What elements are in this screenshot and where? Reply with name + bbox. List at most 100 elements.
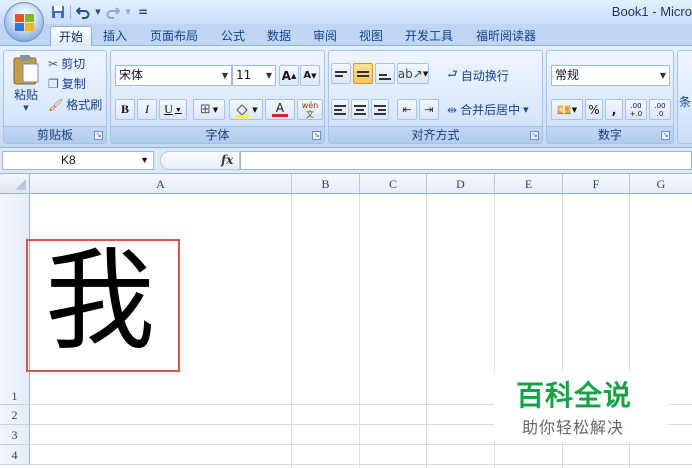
tab-view[interactable]: 视图 (352, 26, 390, 46)
borders-icon: ⊞ (199, 102, 211, 117)
align-left-button[interactable] (331, 99, 349, 120)
select-all-corner[interactable] (0, 174, 30, 194)
paste-label: 粘贴 (13, 88, 38, 102)
font-group-label: 字体 (111, 126, 324, 143)
decrease-indent-button[interactable]: ⇤ (397, 99, 417, 120)
tab-data[interactable]: 数据 (260, 26, 298, 46)
align-top-icon (335, 70, 347, 77)
clipboard-launcher-icon[interactable]: ↘ (94, 131, 103, 140)
number-format-select[interactable]: 常规 ▼ (551, 65, 670, 86)
paste-button[interactable]: 粘贴 ▼ (8, 53, 44, 112)
tab-insert[interactable]: 插入 (98, 26, 132, 46)
wrap-text-label: 自动换行 (460, 69, 509, 83)
font-color-swatch (272, 114, 288, 117)
chevron-down-icon: ▼ (140, 155, 149, 165)
window-title: Book1 - Micro (611, 4, 692, 19)
row-header-4[interactable]: 4 (0, 445, 30, 465)
font-launcher-icon[interactable]: ↘ (312, 131, 321, 140)
orientation-button[interactable]: ab↗ ▼ (397, 63, 429, 84)
align-bottom-icon (379, 73, 391, 80)
format-painter-button[interactable]: 🖌 格式刷 (48, 96, 102, 113)
font-size-value: 11 (236, 68, 252, 82)
tab-formulas[interactable]: 公式 (214, 26, 252, 46)
undo-dropdown-icon[interactable]: ▼ (95, 4, 101, 20)
chevron-down-icon: ▼ (212, 105, 219, 114)
column-header-e[interactable]: E (495, 174, 563, 194)
alignment-launcher-icon[interactable]: ↘ (530, 131, 539, 140)
italic-button[interactable]: I (137, 99, 157, 120)
cut-button[interactable]: ✂ 剪切 (48, 55, 85, 72)
redo-icon[interactable] (105, 4, 121, 20)
row-number: 1 (11, 389, 18, 403)
align-right-button[interactable] (371, 99, 389, 120)
grow-font-button[interactable]: A ▲ (279, 65, 299, 86)
conditional-format-button[interactable]: 条 (679, 93, 691, 110)
wrap-text-button[interactable]: ⮐ 自动换行 (447, 65, 509, 86)
align-right-icon (374, 104, 386, 115)
tab-home[interactable]: 开始 (50, 26, 92, 46)
column-header-d[interactable]: D (427, 174, 495, 194)
undo-icon[interactable] (75, 4, 91, 20)
highlight-box (26, 239, 180, 372)
fill-color-button[interactable]: ▼ (229, 99, 263, 120)
decrease-indent-icon: ⇤ (402, 103, 412, 116)
align-top-button[interactable] (331, 63, 351, 84)
toolbar-separator (70, 5, 71, 19)
underline-button[interactable]: U ▼ (159, 99, 187, 120)
name-box[interactable]: K8 ▼ (2, 151, 154, 170)
redo-dropdown-icon[interactable]: ▼ (125, 4, 131, 20)
row-header-2[interactable]: 2 (0, 405, 30, 425)
phonetic-guide-button[interactable]: wén 文 (297, 99, 323, 120)
chevron-down-icon: ▼ (221, 71, 228, 80)
bold-button[interactable]: B (115, 99, 135, 120)
save-icon[interactable] (50, 4, 66, 20)
increase-indent-button[interactable]: ⇥ (419, 99, 439, 120)
tab-page-layout[interactable]: 页面布局 (142, 26, 206, 46)
comma-style-button[interactable]: , (605, 99, 623, 120)
formula-input[interactable] (240, 151, 692, 170)
align-middle-button[interactable] (353, 63, 373, 84)
paste-dropdown-icon: ▼ (23, 104, 29, 112)
tab-foxit-reader[interactable]: 福昕阅读器 (468, 26, 544, 46)
percent-style-button[interactable]: % (585, 99, 603, 120)
row-header-3[interactable]: 3 (0, 425, 30, 445)
merge-center-button[interactable]: ⇹ 合并后居中 ▼ (447, 101, 528, 118)
align-bottom-button[interactable] (375, 63, 395, 84)
alignment-group: ab↗ ▼ ⮐ 自动换行 ⇤ ⇥ ⇹ 合并后居中 ▼ 对齐方式 ↘ (328, 50, 543, 144)
number-format-value: 常规 (555, 68, 580, 82)
column-header-f[interactable]: F (563, 174, 630, 194)
clipboard-group: 粘贴 ▼ ✂ 剪切 ❐ 复制 🖌 格式刷 剪贴板 ↘ (3, 50, 107, 144)
font-color-button[interactable]: A (265, 99, 295, 120)
font-name-value: 宋体 (119, 68, 144, 82)
decrease-decimal-button[interactable]: .00 .0 (649, 99, 671, 120)
borders-button[interactable]: ⊞ ▼ (193, 99, 225, 120)
copy-label: 复制 (61, 77, 86, 91)
increase-indent-icon: ⇥ (424, 103, 434, 116)
column-header-g[interactable]: G (630, 174, 692, 194)
tab-review[interactable]: 审阅 (306, 26, 344, 46)
formula-buttons: fx (160, 151, 240, 170)
increase-decimal-button[interactable]: .00 +.0 (625, 99, 647, 120)
chevron-down-icon: ▼ (523, 105, 529, 114)
tab-developer[interactable]: 开发工具 (398, 26, 460, 46)
shrink-font-button[interactable]: A ▼ (300, 65, 320, 86)
column-header-c[interactable]: C (360, 174, 427, 194)
column-header-b[interactable]: B (292, 174, 360, 194)
paint-bucket-icon (235, 103, 250, 118)
customize-qat-icon[interactable]: = (135, 4, 151, 20)
office-button[interactable] (4, 2, 44, 42)
number-launcher-icon[interactable]: ↘ (661, 131, 670, 140)
copy-button[interactable]: ❐ 复制 (48, 75, 86, 92)
alignment-group-label: 对齐方式 (329, 126, 542, 143)
align-middle-icon (357, 70, 369, 77)
font-group: 宋体 ▼ 11 ▼ A ▲ A ▼ B I U ▼ ⊞ ▼ ▼ A wén 文 字体 (110, 50, 325, 144)
insert-function-icon[interactable]: fx (221, 153, 233, 167)
font-size-select[interactable]: 11 ▼ (232, 65, 276, 86)
underline-label: U (164, 102, 173, 116)
align-center-button[interactable] (351, 99, 369, 120)
column-header-a[interactable]: A (30, 174, 292, 194)
chevron-down-icon: ▼ (265, 71, 272, 80)
format-painter-label: 格式刷 (66, 98, 103, 112)
accounting-format-button[interactable]: 💴 ▼ (551, 99, 583, 120)
font-name-select[interactable]: 宋体 ▼ (115, 65, 232, 86)
